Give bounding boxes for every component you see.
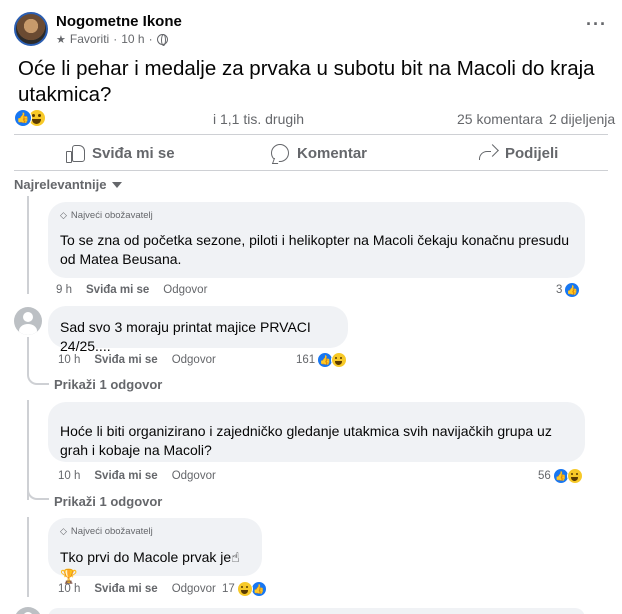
reaction-count: 3 — [556, 284, 563, 296]
comment-reactions[interactable]: 17 👍 — [222, 581, 267, 597]
comment-actions: 9 h Sviđa mi se Odgovor — [56, 284, 207, 296]
globe-icon — [156, 33, 168, 46]
thread-line — [27, 517, 29, 597]
comment-time[interactable]: 10 h — [58, 583, 80, 595]
comment-time[interactable]: 10 h — [58, 470, 80, 482]
comment-button[interactable]: Komentar — [271, 140, 367, 166]
comment-text: To se zna od početka sezone, piloti i he… — [60, 232, 569, 267]
comment-like-button[interactable]: Sviđa mi se — [86, 284, 149, 296]
post-time[interactable]: 10 h — [121, 32, 144, 46]
comment-actions: 10 h Sviđa mi se Odgovor — [58, 583, 216, 595]
star-icon: ★ — [56, 33, 66, 46]
divider — [14, 134, 608, 135]
share-button-label: Podijeli — [505, 144, 559, 162]
audience-label[interactable]: Favoriti — [70, 32, 109, 46]
haha-reaction-icon — [566, 468, 583, 484]
page-name[interactable]: Nogometne Ikone — [56, 13, 182, 30]
thumbs-up-icon — [66, 144, 85, 163]
more-options-icon[interactable]: ··· — [586, 14, 607, 35]
comment-time[interactable]: 10 h — [58, 354, 80, 366]
page-avatar[interactable] — [14, 12, 48, 46]
comment-text: Sad svo 3 moraju printat majice PRVACI 2… — [60, 319, 311, 354]
comment-bubble: ◇ Najveći obožavatelj Tko prvi do Macole… — [48, 518, 262, 584]
comment-time[interactable]: 9 h — [56, 284, 72, 296]
top-fan-badge[interactable]: ◇ Najveći obožavatelj — [60, 210, 573, 221]
comment-reactions[interactable]: 161 👍 — [296, 352, 348, 368]
like-reaction-icon: 👍 — [564, 282, 581, 298]
reaction-count: 17 — [222, 583, 235, 595]
comment-actions: 10 h Sviđa mi se Odgovor — [58, 354, 216, 366]
show-replies-button[interactable]: Prikaži 1 odgovor — [54, 494, 162, 509]
separator-dot: · — [113, 32, 118, 46]
thread-line — [27, 337, 49, 385]
comment-reply-button[interactable]: Odgovor — [163, 284, 207, 296]
divider — [14, 170, 608, 171]
shares-count[interactable]: 2 dijeljenja — [549, 111, 615, 127]
sort-label: Najrelevantnije — [14, 177, 107, 192]
separator-dot: · — [148, 32, 153, 46]
comment-bubble: ◇ Najveći obožavatelj To se zna od počet… — [48, 202, 585, 278]
diamond-icon: ◇ — [60, 526, 67, 536]
comment-bubble: Hoće li biti organizirano i zajedničko g… — [48, 402, 585, 462]
share-button[interactable]: Podijeli — [479, 140, 558, 166]
comments-count[interactable]: 25 komentara — [457, 111, 543, 127]
comment-icon — [271, 144, 289, 162]
show-replies-button[interactable]: Prikaži 1 odgovor — [54, 377, 162, 392]
caret-down-icon — [111, 181, 122, 188]
thread-line — [27, 196, 29, 294]
reaction-count: 161 — [296, 354, 316, 366]
comment-reactions[interactable]: 56 👍 — [538, 468, 583, 484]
comment-reactions[interactable]: 3 👍 — [556, 282, 581, 298]
haha-reaction-icon — [236, 581, 253, 597]
like-reaction-icon: 👍 — [250, 581, 267, 597]
thread-line — [27, 470, 49, 500]
comment-reply-button[interactable]: Odgovor — [172, 583, 216, 595]
badge-label: Najveći obožavatelj — [70, 210, 153, 221]
haha-reaction-icon — [331, 352, 348, 368]
like-button-label: Sviđa mi se — [92, 144, 175, 162]
comment-like-button[interactable]: Sviđa mi se — [94, 354, 157, 366]
comment-bubble: Sad svo 3 moraju printat majice PRVACI 2… — [48, 306, 348, 354]
avatar[interactable] — [14, 607, 42, 614]
post-meta: ★ Favoriti · 10 h · — [56, 32, 168, 46]
top-fan-badge[interactable]: ◇ Najveći obožavatelj — [60, 526, 250, 537]
comment-text: Hoće li biti organizirano i zajedničko g… — [60, 423, 552, 458]
like-reaction-icon: 👍 — [14, 109, 32, 127]
reaction-icons[interactable]: 👍 — [14, 109, 46, 127]
comment-reply-button[interactable]: Odgovor — [172, 354, 216, 366]
comment-button-label: Komentar — [297, 144, 368, 162]
share-icon — [479, 145, 497, 161]
diamond-icon: ◇ — [60, 210, 67, 220]
comment-reply-button[interactable]: Odgovor — [172, 470, 216, 482]
avatar[interactable] — [14, 307, 42, 335]
badge-label: Najveći obožavatelj — [70, 526, 153, 537]
comment-sort-dropdown[interactable]: Najrelevantnije — [14, 177, 122, 192]
post-text: Oće li pehar i medalje za prvaka u subot… — [18, 57, 595, 106]
comment-like-button[interactable]: Sviđa mi se — [94, 470, 157, 482]
comment-actions: 10 h Sviđa mi se Odgovor — [58, 470, 216, 482]
reaction-count: 56 — [538, 470, 551, 482]
comment-bubble — [48, 608, 585, 614]
like-button[interactable]: Sviđa mi se — [66, 140, 175, 166]
comment-like-button[interactable]: Sviđa mi se — [94, 583, 157, 595]
reactions-summary[interactable]: i 1,1 tis. drugih — [213, 111, 304, 127]
